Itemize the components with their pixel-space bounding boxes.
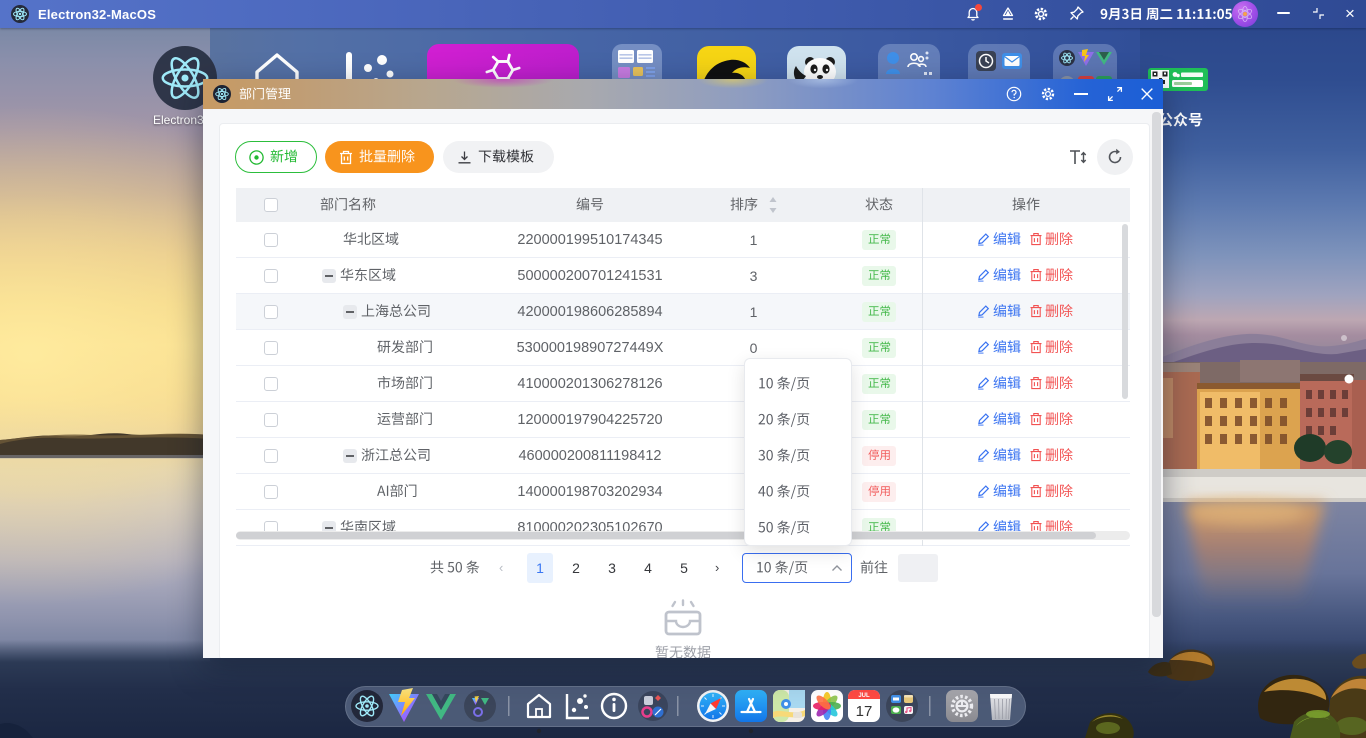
svg-text:17: 17 xyxy=(856,703,873,720)
svg-text:JUL: JUL xyxy=(858,693,870,699)
